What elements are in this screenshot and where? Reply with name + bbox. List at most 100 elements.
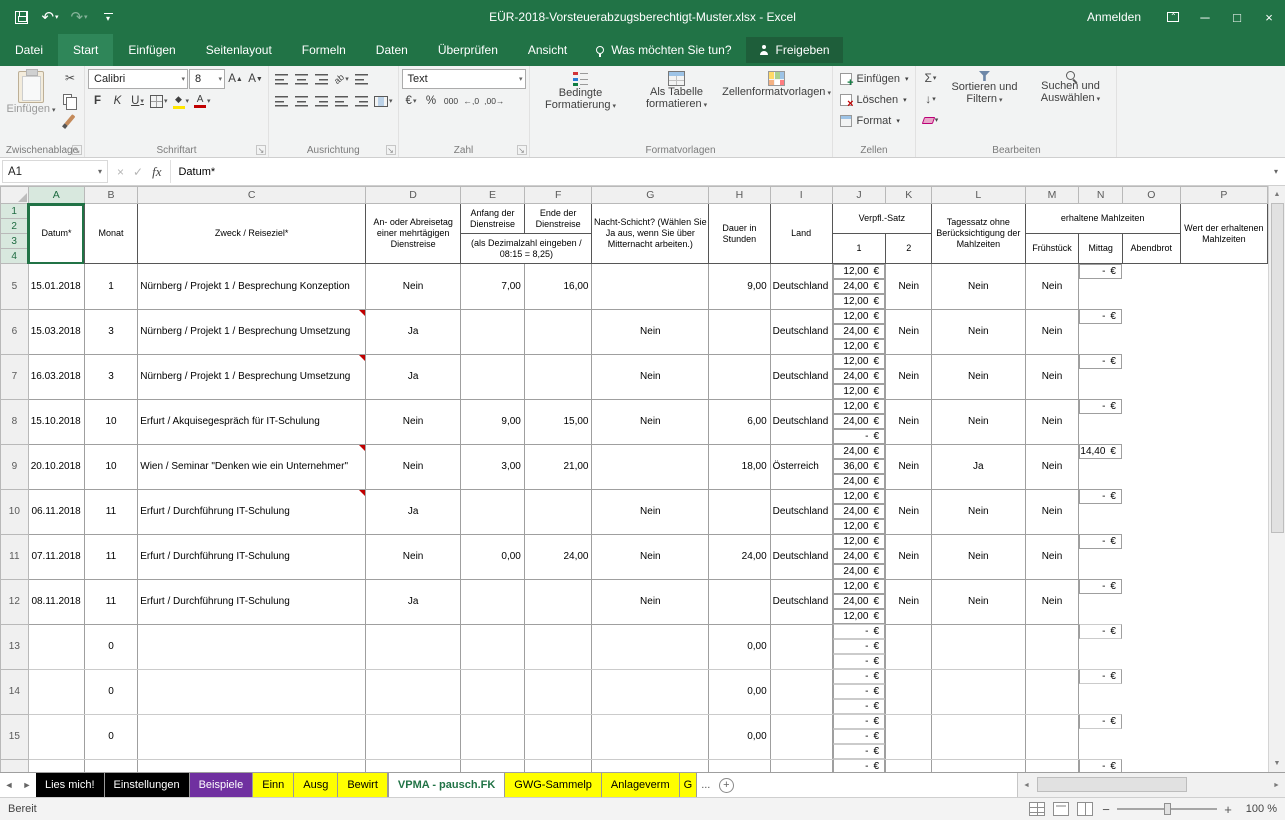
cell-B13[interactable]: 0 xyxy=(84,624,138,669)
cell-P15[interactable]: -€ xyxy=(1079,714,1122,729)
cell-P11[interactable]: -€ xyxy=(1079,534,1122,549)
hscroll-left-arrow[interactable]: ◄ xyxy=(1018,773,1035,797)
cell-N11[interactable]: Nein xyxy=(932,534,1026,579)
header-cell-tagessatz[interactable]: Tagessatz ohne Berücksichtigung der Mahl… xyxy=(932,204,1026,264)
cell-D11[interactable]: Nein xyxy=(366,534,461,579)
cell-E8[interactable]: 9,00 xyxy=(461,399,525,444)
cell-D8[interactable]: Nein xyxy=(366,399,461,444)
cell-A15[interactable] xyxy=(28,714,84,759)
cell-K6[interactable]: 24,00€ xyxy=(833,324,886,339)
find-select-button[interactable]: Suchen und Auswählen▾ xyxy=(1027,68,1113,142)
cell-P5[interactable]: -€ xyxy=(1079,264,1122,279)
cell-G11[interactable]: Nein xyxy=(592,534,709,579)
cell-M16[interactable] xyxy=(886,759,932,772)
normal-view-icon[interactable] xyxy=(1029,802,1045,816)
cell-E12[interactable] xyxy=(461,579,525,624)
vertical-scroll-thumb[interactable] xyxy=(1271,203,1284,533)
cell-D7[interactable]: Ja xyxy=(366,354,461,399)
header-cell-land[interactable]: Land xyxy=(770,204,832,264)
header-cell-abreisetag[interactable]: An- oder Abreisetag einer mehrtägigen Di… xyxy=(366,204,461,264)
cell-N5[interactable]: Nein xyxy=(932,264,1026,310)
cell-L13[interactable]: -€ xyxy=(833,654,886,669)
cell-L6[interactable]: 12,00€ xyxy=(833,339,886,354)
cell-K7[interactable]: 24,00€ xyxy=(833,369,886,384)
name-box-dropdown-icon[interactable]: ▾ xyxy=(98,167,102,176)
cell-H12[interactable] xyxy=(709,579,771,624)
cell-J10[interactable]: 12,00€ xyxy=(833,489,886,504)
cell-H10[interactable] xyxy=(709,489,771,534)
col-header-N[interactable]: N xyxy=(1079,187,1123,204)
delete-cells-button[interactable]: Löschen▾ xyxy=(836,89,913,110)
cell-D5[interactable]: Nein xyxy=(366,264,461,310)
hscroll-track[interactable] xyxy=(1035,773,1268,797)
cell-C16[interactable] xyxy=(138,759,366,772)
cell-E14[interactable] xyxy=(461,669,525,714)
conditional-formatting-button[interactable]: Bedingte Formatierung▾ xyxy=(533,68,629,142)
cell-B9[interactable]: 10 xyxy=(84,444,138,489)
cell-O12[interactable]: Nein xyxy=(1025,579,1079,624)
cell-J13[interactable]: -€ xyxy=(833,624,886,639)
zoom-in-button[interactable]: + xyxy=(1223,802,1233,817)
cell-G10[interactable]: Nein xyxy=(592,489,709,534)
bold-button[interactable]: F xyxy=(88,91,107,111)
header-cell-monat[interactable]: Monat xyxy=(84,204,138,264)
cell-N12[interactable]: Nein xyxy=(932,579,1026,624)
cell-A9[interactable]: 20.10.2018 xyxy=(28,444,84,489)
cell-K5[interactable]: 24,00€ xyxy=(833,279,886,294)
row-header-16[interactable]: 16 xyxy=(1,759,29,772)
autosum-button[interactable]: Σ▾ xyxy=(919,68,941,88)
cell-D9[interactable]: Nein xyxy=(366,444,461,489)
cell-C8[interactable]: Erfurt / Akquisegespräch für IT-Schulung xyxy=(138,399,366,444)
cell-H13[interactable]: 0,00 xyxy=(709,624,771,669)
cell-H16[interactable]: 0,00 xyxy=(709,759,771,772)
sheet-tab-einstellungen[interactable]: Einstellungen xyxy=(105,773,190,797)
cell-K10[interactable]: 24,00€ xyxy=(833,504,886,519)
row-header-11[interactable]: 11 xyxy=(1,534,29,579)
zoom-slider-thumb[interactable] xyxy=(1164,803,1171,815)
cell-I12[interactable]: Deutschland xyxy=(770,579,832,624)
cell-I7[interactable]: Deutschland xyxy=(770,354,832,399)
cell-H8[interactable]: 6,00 xyxy=(709,399,771,444)
cell-O10[interactable]: Nein xyxy=(1025,489,1079,534)
cell-M5[interactable]: Nein xyxy=(886,264,932,310)
header-cell-dezimal-hinweis[interactable]: (als Dezimalzahl eingeben / 08:15 = 8,25… xyxy=(461,234,592,264)
borders-button[interactable]: ▾ xyxy=(148,91,170,111)
ribbon-tab-einfügen[interactable]: Einfügen xyxy=(113,34,190,66)
cell-I5[interactable]: Deutschland xyxy=(770,264,832,310)
cell-C10[interactable]: Erfurt / Durchführung IT-Schulung xyxy=(138,489,366,534)
col-header-B[interactable]: B xyxy=(84,187,138,204)
cell-P16[interactable]: -€ xyxy=(1079,759,1122,772)
cell-F9[interactable]: 21,00 xyxy=(524,444,592,489)
ribbon-tab-überprüfen[interactable]: Überprüfen xyxy=(423,34,513,66)
cell-A10[interactable]: 06.11.2018 xyxy=(28,489,84,534)
cell-P9[interactable]: 14,40€ xyxy=(1079,444,1122,459)
cell-D16[interactable] xyxy=(366,759,461,772)
cell-J11[interactable]: 12,00€ xyxy=(833,534,886,549)
cell-O15[interactable] xyxy=(1025,714,1079,759)
vertical-scrollbar[interactable]: ▲ ▼ xyxy=(1268,186,1285,772)
cell-P13[interactable]: -€ xyxy=(1079,624,1122,639)
cell-I6[interactable]: Deutschland xyxy=(770,309,832,354)
col-header-A[interactable]: A xyxy=(28,187,84,204)
fill-color-button[interactable]: ◆▾ xyxy=(171,91,192,111)
ribbon-tab-ansicht[interactable]: Ansicht xyxy=(513,34,582,66)
cell-C12[interactable]: Erfurt / Durchführung IT-Schulung xyxy=(138,579,366,624)
increase-decimal-button[interactable]: ←,0 xyxy=(462,91,482,111)
col-header-D[interactable]: D xyxy=(366,187,461,204)
cell-B15[interactable]: 0 xyxy=(84,714,138,759)
insert-cells-button[interactable]: Einfügen▾ xyxy=(836,68,913,89)
col-header-O[interactable]: O xyxy=(1122,187,1180,204)
cell-A14[interactable] xyxy=(28,669,84,714)
cell-A16[interactable] xyxy=(28,759,84,772)
decrease-font-button[interactable]: A▼ xyxy=(246,69,265,89)
cell-H14[interactable]: 0,00 xyxy=(709,669,771,714)
ribbon-display-options-button[interactable] xyxy=(1157,0,1189,34)
paste-button[interactable]: Einfügen▾ xyxy=(3,68,59,142)
sheet-tab-overflow[interactable]: ... xyxy=(697,773,714,797)
cell-N16[interactable] xyxy=(932,759,1026,772)
row-header-1[interactable]: 1 xyxy=(1,204,29,219)
cell-K14[interactable]: -€ xyxy=(833,684,886,699)
sheet-nav-left-arrow[interactable]: ◄ xyxy=(0,773,18,797)
cell-F10[interactable] xyxy=(524,489,592,534)
cell-G12[interactable]: Nein xyxy=(592,579,709,624)
